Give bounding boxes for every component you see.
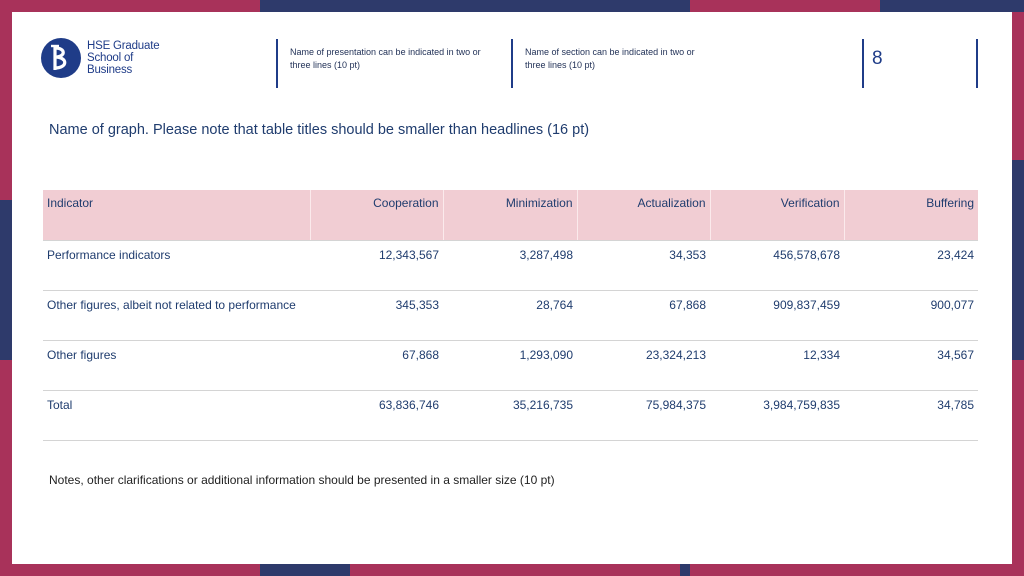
notes-text: Notes, other clarifications or additiona… [49, 473, 555, 487]
section-name: Name of section can be indicated in two … [525, 47, 695, 70]
table-cell: 3,984,759,835 [710, 390, 844, 441]
table-cell: 345,353 [310, 290, 443, 341]
table-row: Other figures, albeit not related to per… [43, 290, 978, 341]
table-cell: 67,868 [577, 290, 710, 341]
table-cell: 3,287,498 [443, 240, 577, 291]
header-cell: Minimization [443, 190, 578, 241]
slide: HSE Graduate School of Business Name of … [12, 12, 1012, 564]
row-label: Total [43, 390, 310, 441]
header-cell: Actualization [577, 190, 711, 241]
logo-line1: HSE Graduate [87, 40, 160, 52]
table-row: Performance indicators 12,343,567 3,287,… [43, 240, 978, 291]
header-cell: Cooperation [310, 190, 444, 241]
logo-line2: School of Business [87, 52, 134, 76]
table-row: Total 63,836,746 35,216,735 75,984,375 3… [43, 390, 978, 441]
table-cell: 75,984,375 [577, 390, 710, 441]
table-cell: 909,837,459 [710, 290, 844, 341]
header-divider [862, 39, 864, 88]
logo-wordmark: HSE Graduate School of Business [87, 40, 177, 76]
table-cell: 34,353 [577, 240, 710, 291]
presentation-name: Name of presentation can be indicated in… [290, 47, 481, 70]
table-cell: 28,764 [443, 290, 577, 341]
hse-logo: HSE Graduate School of Business [41, 38, 177, 78]
table-cell: 900,077 [844, 290, 978, 341]
row-label: Other figures, albeit not related to per… [43, 290, 310, 341]
page-number: 8 [872, 48, 883, 69]
table-cell: 12,343,567 [310, 240, 443, 291]
table-cell: 456,578,678 [710, 240, 844, 291]
row-label: Other figures [43, 340, 310, 391]
table-cell: 23,424 [844, 240, 978, 291]
table-cell: 1,293,090 [443, 340, 577, 391]
header-divider [976, 39, 978, 88]
header-cell: Indicator [43, 190, 311, 241]
row-label: Performance indicators [43, 240, 310, 291]
table-cell: 34,567 [844, 340, 978, 391]
header-divider [511, 39, 513, 88]
table-cell: 67,868 [310, 340, 443, 391]
header-divider [276, 39, 278, 88]
table-cell: 35,216,735 [443, 390, 577, 441]
header-cell: Verification [710, 190, 845, 241]
table-cell: 12,334 [710, 340, 844, 391]
table-cell: 34,785 [844, 390, 978, 441]
graph-title: Name of graph. Please note that table ti… [49, 122, 590, 138]
hse-emblem-icon [41, 38, 81, 78]
data-table: Indicator Cooperation Minimization Actua… [43, 190, 978, 441]
table-row: Other figures 67,868 1,293,090 23,324,21… [43, 340, 978, 391]
header-cell: Buffering [844, 190, 978, 241]
table-cell: 63,836,746 [310, 390, 443, 441]
table-header-row: Indicator Cooperation Minimization Actua… [43, 190, 978, 241]
table-cell: 23,324,213 [577, 340, 710, 391]
